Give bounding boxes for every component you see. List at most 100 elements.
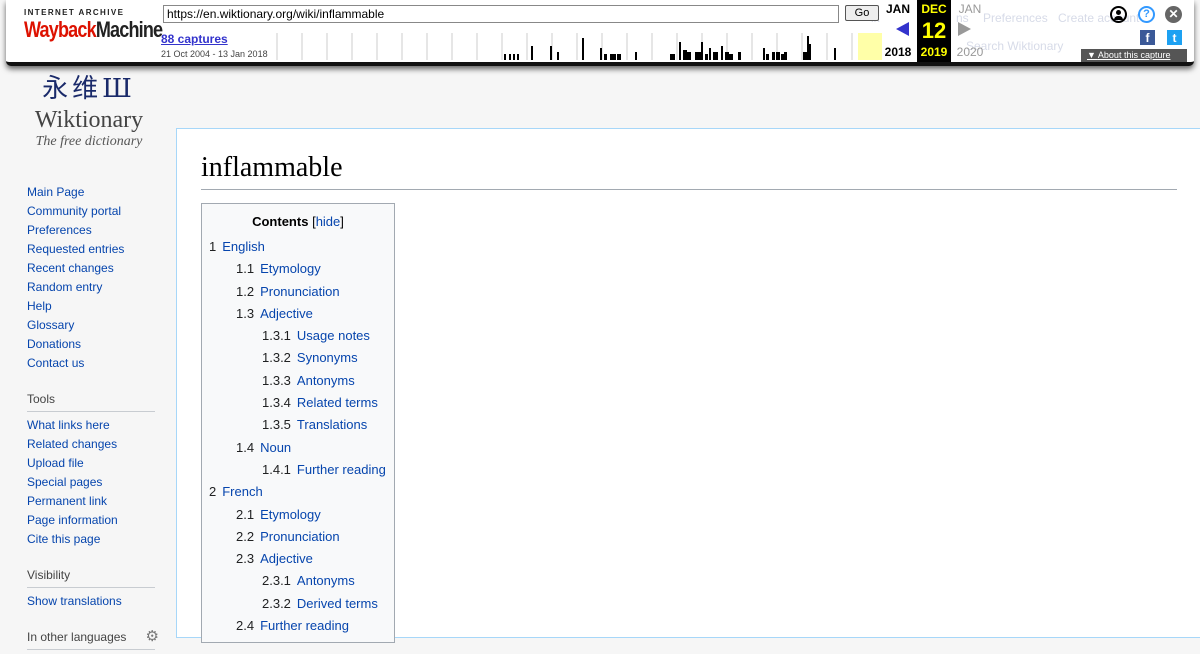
toc-entry-link[interactable]: Antonyms <box>297 573 355 588</box>
toc-entry[interactable]: 1.3.3 Antonyms <box>209 370 387 392</box>
twitter-icon[interactable]: t <box>1167 30 1182 45</box>
toc-entry[interactable]: 2.3 Adjective <box>209 548 387 570</box>
prev-capture-arrow-icon[interactable] <box>896 22 909 36</box>
sidebar-link[interactable]: Permanent link <box>27 492 155 511</box>
current-year-label: 2019 <box>920 45 948 59</box>
toc-entry[interactable]: 2.4 Further reading <box>209 615 387 637</box>
toc-entry-link[interactable]: Adjective <box>260 551 313 566</box>
sidebar-link[interactable]: Show translations <box>27 592 155 611</box>
toc-entry-link[interactable]: Further reading <box>297 462 386 477</box>
toc-entry-number: 1.1 <box>236 261 255 277</box>
wayback-go-button[interactable]: Go <box>845 5 879 21</box>
sidebar-link[interactable]: Contact us <box>27 354 155 373</box>
sidebar-link[interactable]: Glossary <box>27 316 155 335</box>
languages-heading-label: In other languages <box>27 630 127 644</box>
toc-entry-number: 1.3.3 <box>262 372 291 388</box>
toc-entry-number: 1.3 <box>236 305 255 321</box>
sidebar-navigation: Main Page Community portal Preferences Requ… <box>27 183 155 373</box>
wayback-url-input[interactable] <box>163 5 839 23</box>
toc-entry[interactable]: 1.3.5 Translations <box>209 414 387 436</box>
toc-entry-number: 1.3.1 <box>262 328 291 344</box>
current-day-label: 12 <box>921 18 947 43</box>
toc-entry[interactable]: 1.4 Noun <box>209 437 387 459</box>
toc-entry[interactable]: 1.3.2 Synonyms <box>209 347 387 369</box>
toc-entry-number: 2.4 <box>236 618 255 634</box>
toc-entry-link[interactable]: French <box>222 484 262 499</box>
toc-entry-number: 2.3 <box>236 551 255 567</box>
toc-entry-link[interactable]: Translations <box>297 417 367 432</box>
toc-entry[interactable]: 1.4.1 Further reading <box>209 459 387 481</box>
current-month-label: DEC <box>921 2 947 16</box>
wayback-prev-month[interactable]: JAN 2018 <box>881 0 915 59</box>
toc-entry[interactable]: 1.2 Pronunciation <box>209 281 387 303</box>
next-month-label: JAN <box>958 2 982 16</box>
toc-entry-link[interactable]: Pronunciation <box>260 529 340 544</box>
sidebar-link[interactable]: Recent changes <box>27 259 155 278</box>
toc-entry-link[interactable]: Etymology <box>260 507 321 522</box>
wayback-logo-wayback: Wayback <box>24 17 97 42</box>
sidebar-link[interactable]: Cite this page <box>27 530 155 549</box>
facebook-icon[interactable]: f <box>1140 30 1155 45</box>
toc-entry-number: 2.3.1 <box>262 573 291 589</box>
help-icon[interactable]: ? <box>1138 6 1155 23</box>
sidebar-link[interactable]: Preferences <box>27 221 155 240</box>
toc-entry-link[interactable]: Noun <box>260 440 291 455</box>
toc-entry-link[interactable]: Further reading <box>260 618 349 633</box>
toc-entry-link[interactable]: Antonyms <box>297 373 355 388</box>
toc-entry-link[interactable]: Adjective <box>260 306 313 321</box>
toc-entry-link[interactable]: Etymology <box>260 261 321 276</box>
sidebar-link[interactable]: What links here <box>27 416 155 435</box>
toc-entry-number: 1.4.1 <box>262 461 291 477</box>
toc-entry[interactable]: 2.1 Etymology <box>209 504 387 526</box>
toc-entry-link[interactable]: Usage notes <box>297 328 370 343</box>
visibility-heading: Visibility <box>27 566 155 588</box>
ghost-preferences-link: Preferences <box>983 11 1048 25</box>
sidebar-link[interactable]: Random entry <box>27 278 155 297</box>
toc-entry[interactable]: 2 French <box>209 481 387 503</box>
logo-name: Wiktionary <box>34 107 144 133</box>
toc-entry-link[interactable]: Pronunciation <box>260 284 340 299</box>
toc-list: 1 English 1.1 Etymology 1.2 Pronunciation 1.3 A… <box>209 236 387 637</box>
sidebar-link[interactable]: Special pages <box>27 473 155 492</box>
toc-entry[interactable]: 1.1 Etymology <box>209 258 387 280</box>
toc-entry[interactable]: 1.3.1 Usage notes <box>209 325 387 347</box>
sidebar-visibility: Show translations <box>27 592 155 611</box>
sidebar-link[interactable]: Upload file <box>27 454 155 473</box>
toc-entry[interactable]: 1.3.4 Related terms <box>209 392 387 414</box>
toc-entry-number: 2 <box>209 484 217 500</box>
sidebar-link[interactable]: Main Page <box>27 183 155 202</box>
main-content: inflammable Contents [hide] 1 English 1.1 E… <box>176 128 1200 643</box>
wayback-captures-link[interactable]: 88 captures <box>161 32 228 46</box>
toc-entry[interactable]: 1 English <box>209 236 387 258</box>
toc-entry[interactable]: 2.2 Pronunciation <box>209 526 387 548</box>
toc-entry-link[interactable]: English <box>222 239 265 254</box>
sidebar: Main Page Community portal Preferences Requ… <box>27 183 159 654</box>
toc-entry[interactable]: 1.3 Adjective <box>209 303 387 325</box>
sidebar-link[interactable]: Requested entries <box>27 240 155 259</box>
sidebar-link[interactable]: Community portal <box>27 202 155 221</box>
sidebar-tools: What links here Related changes Upload fil… <box>27 416 155 549</box>
gear-icon[interactable]: ⚙ <box>146 629 159 644</box>
toc-hide-link[interactable]: hide <box>316 214 341 229</box>
toc-entry-link[interactable]: Derived terms <box>297 596 378 611</box>
about-capture-button[interactable]: ▼ About this capture <box>1081 49 1187 62</box>
toc-entry-number: 1.2 <box>236 283 255 299</box>
toc-entry-link[interactable]: Synonyms <box>297 350 358 365</box>
wiktionary-logo[interactable]: 永维Ш Wiktionary The free dictionary <box>24 72 154 162</box>
wayback-sparkline[interactable] <box>276 33 882 60</box>
wayback-logo[interactable]: INTERNET ARCHIVE WaybackMachine <box>24 8 163 52</box>
wayback-logo-machine: Machine <box>95 17 163 42</box>
ghost-create-account-link: Create account <box>1058 11 1140 25</box>
toc-entry[interactable]: 2.3.2 Derived terms <box>209 593 387 615</box>
sidebar-link[interactable]: Page information <box>27 511 155 530</box>
table-of-contents: Contents [hide] 1 English 1.1 Etymology 1.2 P… <box>201 203 395 643</box>
toc-entry-link[interactable]: Related terms <box>297 395 378 410</box>
sidebar-link[interactable]: Help <box>27 297 155 316</box>
sidebar-link[interactable]: Related changes <box>27 435 155 454</box>
toc-entry[interactable]: 2.3.1 Antonyms <box>209 570 387 592</box>
user-icon[interactable] <box>1110 6 1127 23</box>
close-icon[interactable]: ✕ <box>1165 6 1182 23</box>
sidebar-link[interactable]: Donations <box>27 335 155 354</box>
toc-entry-number: 1.3.5 <box>262 417 291 433</box>
toc-entry-number: 2.3.2 <box>262 595 291 611</box>
